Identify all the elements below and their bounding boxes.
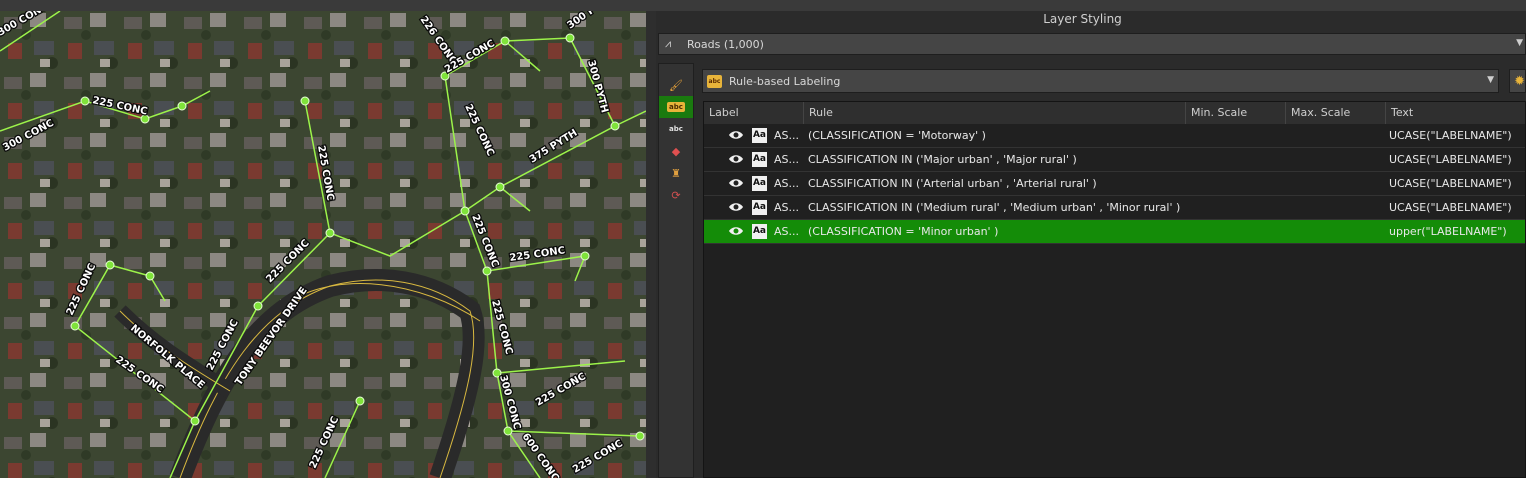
layer-styling-panel: Layer Styling ⩘ Roads (1,000) ▼ 🖌 abc ab… xyxy=(656,11,1526,478)
rule-expression-cell: (CLASSIFICATION = 'Minor urban' ) xyxy=(808,225,999,238)
rule-text-cell: UCASE("LABELNAME") xyxy=(1389,177,1512,190)
map-svg: 300 CONC 225 CONC 300 CONC 226 CONC 225 … xyxy=(0,11,646,478)
rule-label-cell: AS... xyxy=(774,225,799,238)
visibility-eye-icon[interactable] xyxy=(728,176,744,190)
rule-expression-cell: (CLASSIFICATION = 'Motorway' ) xyxy=(808,129,986,142)
rule-min-scale-cell xyxy=(1186,196,1286,219)
chevron-down-icon: ▼ xyxy=(1487,75,1494,85)
fields-icon[interactable]: ♜ xyxy=(659,162,693,184)
layer-combo-value: Roads (1,000) xyxy=(687,37,764,51)
rule-label-cell: AS... xyxy=(774,177,799,190)
labeling-mode-combo[interactable]: abc Rule-based Labeling ▼ xyxy=(702,69,1499,93)
labeling-abc-icon: abc xyxy=(707,74,722,88)
visibility-eye-icon[interactable] xyxy=(728,128,744,142)
line-layer-icon: ⩘ xyxy=(665,37,672,50)
chevron-down-icon: ▼ xyxy=(1516,38,1523,48)
labels-icon[interactable]: abc xyxy=(659,96,693,118)
rule-expression-cell: CLASSIFICATION IN ('Arterial urban' , 'A… xyxy=(808,177,1097,190)
column-header-text[interactable]: Text xyxy=(1386,102,1526,124)
visibility-eye-icon[interactable] xyxy=(728,200,744,214)
abc-diagram-icon[interactable]: abc xyxy=(659,118,693,140)
rules-table[interactable]: Label Rule Min. Scale Max. Scale Text Aa… xyxy=(703,101,1526,478)
gear-icon: ✹ xyxy=(1514,73,1525,89)
rule-max-scale-cell xyxy=(1286,172,1386,195)
rule-min-scale-cell xyxy=(1186,124,1286,147)
rule-label-cell: AS... xyxy=(774,129,799,142)
panel-title: Layer Styling xyxy=(1043,12,1122,26)
visibility-eye-icon[interactable] xyxy=(728,224,744,238)
labeling-mode-value: Rule-based Labeling xyxy=(729,74,841,88)
table-row[interactable]: Aa AS... CLASSIFICATION IN ('Medium rura… xyxy=(704,196,1525,220)
rule-text-cell: UCASE("LABELNAME") xyxy=(1389,153,1512,166)
rule-min-scale-cell xyxy=(1186,148,1286,171)
rule-expression-cell: CLASSIFICATION IN ('Medium rural' , 'Med… xyxy=(808,201,1181,214)
rule-max-scale-cell xyxy=(1286,148,1386,171)
label-preview-icon: Aa xyxy=(752,224,767,239)
table-row[interactable]: Aa AS... CLASSIFICATION IN ('Major urban… xyxy=(704,148,1525,172)
rule-text-cell: upper("LABELNAME") xyxy=(1389,225,1507,238)
label-preview-icon: Aa xyxy=(752,176,767,191)
rule-label-cell: AS... xyxy=(774,153,799,166)
rule-max-scale-cell xyxy=(1286,220,1386,243)
table-row[interactable]: Aa AS... (CLASSIFICATION = 'Motorway' ) … xyxy=(704,124,1525,148)
column-header-rule[interactable]: Rule xyxy=(804,102,1186,124)
rule-text-cell: UCASE("LABELNAME") xyxy=(1389,201,1512,214)
top-toolbar-strip xyxy=(0,0,1526,11)
rule-label-cell: AS... xyxy=(774,201,799,214)
styling-mode-sidebar: 🖌 abc abc ◆ ♜ ⟳ xyxy=(658,63,694,478)
label-preview-icon: Aa xyxy=(752,200,767,215)
layer-select-combo[interactable]: ⩘ Roads (1,000) ▼ xyxy=(658,33,1526,55)
rule-min-scale-cell xyxy=(1186,172,1286,195)
settings-gear-button[interactable]: ✹ xyxy=(1509,69,1526,93)
table-row-selected[interactable]: Aa AS... (CLASSIFICATION = 'Minor urban'… xyxy=(704,220,1525,244)
rule-min-scale-cell xyxy=(1186,220,1286,243)
map-canvas[interactable]: 300 CONC 225 CONC 300 CONC 226 CONC 225 … xyxy=(0,11,646,478)
rules-table-header: Label Rule Min. Scale Max. Scale Text xyxy=(704,102,1525,124)
panel-splitter[interactable] xyxy=(646,11,656,478)
rule-expression-cell: CLASSIFICATION IN ('Major urban' , 'Majo… xyxy=(808,153,1077,166)
rule-max-scale-cell xyxy=(1286,124,1386,147)
table-row[interactable]: Aa AS... CLASSIFICATION IN ('Arterial ur… xyxy=(704,172,1525,196)
paint-brush-icon[interactable]: 🖌 xyxy=(659,74,693,96)
visibility-eye-icon[interactable] xyxy=(728,152,744,166)
column-header-min-scale[interactable]: Min. Scale xyxy=(1186,102,1286,124)
column-header-max-scale[interactable]: Max. Scale xyxy=(1286,102,1386,124)
column-header-label[interactable]: Label xyxy=(704,102,804,124)
rule-max-scale-cell xyxy=(1286,196,1386,219)
3d-view-icon[interactable]: ◆ xyxy=(659,140,693,162)
label-preview-icon: Aa xyxy=(752,152,767,167)
label-preview-icon: Aa xyxy=(752,128,767,143)
rendering-icon[interactable]: ⟳ xyxy=(659,184,693,206)
rule-text-cell: UCASE("LABELNAME") xyxy=(1389,129,1512,142)
